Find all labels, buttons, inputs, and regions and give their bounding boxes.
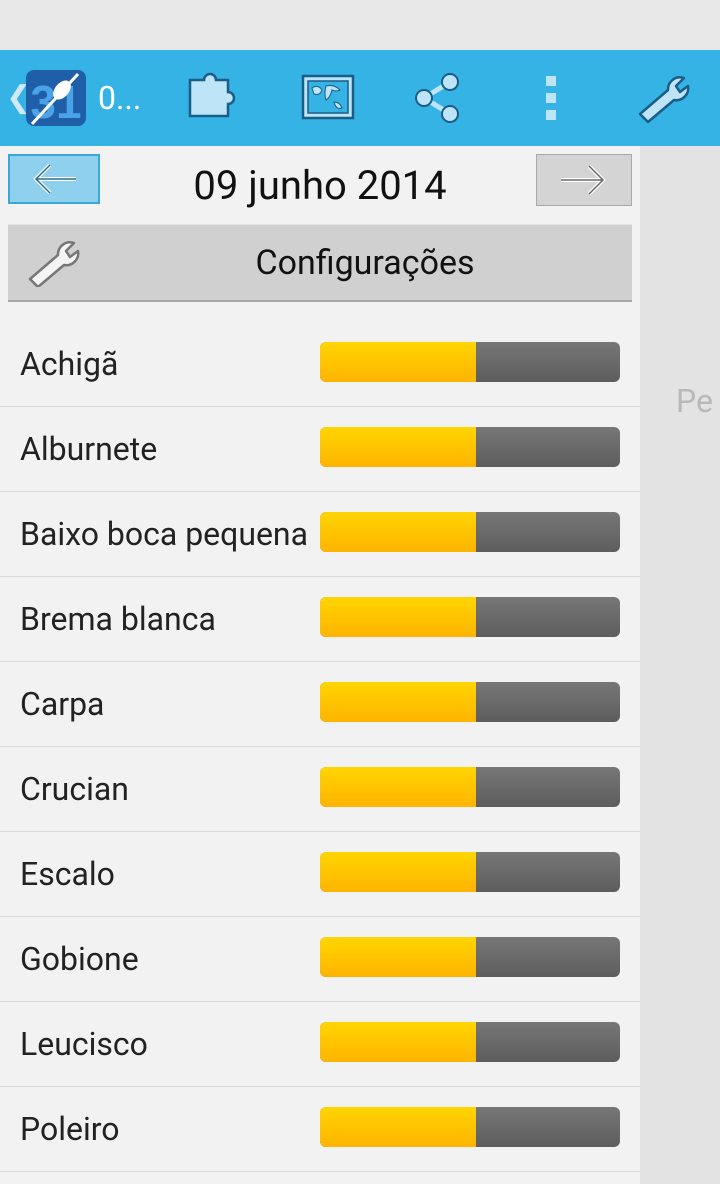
next-day-button[interactable]: [536, 154, 632, 206]
species-name: Poleiro: [20, 1110, 120, 1148]
side-panel-text: Pe: [676, 382, 713, 420]
activity-bar-fill: [320, 1107, 476, 1147]
activity-bar-fill: [320, 852, 476, 892]
activity-bar: [320, 427, 620, 467]
species-name: Gobione: [20, 940, 139, 978]
arrow-right-icon: [561, 164, 606, 196]
app-logo-icon[interactable]: 31: [24, 66, 88, 130]
species-row[interactable]: Leucisco: [0, 1002, 640, 1087]
activity-bar: [320, 937, 620, 977]
species-row[interactable]: Brema blanca: [0, 577, 640, 662]
activity-bar: [320, 342, 620, 382]
species-name: Alburnete: [20, 430, 158, 468]
activity-bar-fill: [320, 937, 476, 977]
species-name: Escalo: [20, 855, 115, 893]
activity-bar: [320, 597, 620, 637]
activity-bar-fill: [320, 767, 476, 807]
activity-bar: [320, 1107, 620, 1147]
activity-bar-fill: [320, 342, 476, 382]
activity-bar: [320, 1022, 620, 1062]
activity-bar-fill: [320, 427, 476, 467]
activity-bar: [320, 852, 620, 892]
wrench-icon: [24, 237, 86, 289]
previous-day-button[interactable]: [8, 154, 100, 204]
species-row[interactable]: Achigã: [0, 322, 640, 407]
wrench-icon[interactable]: [632, 72, 692, 124]
species-name: Achigã: [20, 345, 119, 383]
status-bar: [0, 0, 720, 50]
map-icon[interactable]: [298, 72, 358, 124]
side-panel: Pe: [640, 146, 720, 1184]
species-row[interactable]: Escalo: [0, 832, 640, 917]
activity-bar: [320, 512, 620, 552]
activity-bar-fill: [320, 1022, 476, 1062]
species-row[interactable]: Baixo boca pequena: [0, 492, 640, 577]
species-name: Carpa: [20, 685, 105, 723]
species-row[interactable]: Gobione: [0, 917, 640, 1002]
species-row[interactable]: Carpa: [0, 662, 640, 747]
action-bar: ❮ 31 0...: [0, 50, 720, 146]
activity-bar-fill: [320, 512, 476, 552]
settings-button[interactable]: Configurações: [8, 224, 632, 302]
overflow-menu-icon[interactable]: [522, 72, 582, 124]
species-name: Crucian: [20, 770, 129, 808]
activity-bar: [320, 682, 620, 722]
puzzle-icon[interactable]: [184, 72, 244, 124]
species-row[interactable]: Poleiro: [0, 1087, 640, 1172]
species-row[interactable]: Alburnete: [0, 407, 640, 492]
species-name: Baixo boca pequena: [20, 515, 308, 553]
current-date: 09 junho 2014: [193, 162, 447, 209]
activity-bar-fill: [320, 682, 476, 722]
main-panel: 09 junho 2014 Configurações Achigã Alburn…: [0, 146, 640, 1184]
activity-bar: [320, 767, 620, 807]
activity-bar-fill: [320, 597, 476, 637]
species-row[interactable]: Crucian: [0, 747, 640, 832]
app-title[interactable]: 0...: [98, 80, 141, 116]
share-icon[interactable]: [408, 72, 468, 124]
species-name: Leucisco: [20, 1025, 148, 1063]
settings-label: Configurações: [255, 243, 475, 283]
arrow-left-icon: [33, 163, 76, 195]
species-list: Achigã Alburnete Baixo boca pequena Brema b…: [0, 322, 640, 1172]
species-name: Brema blanca: [20, 600, 216, 638]
app-logo-number: 31: [30, 76, 81, 128]
